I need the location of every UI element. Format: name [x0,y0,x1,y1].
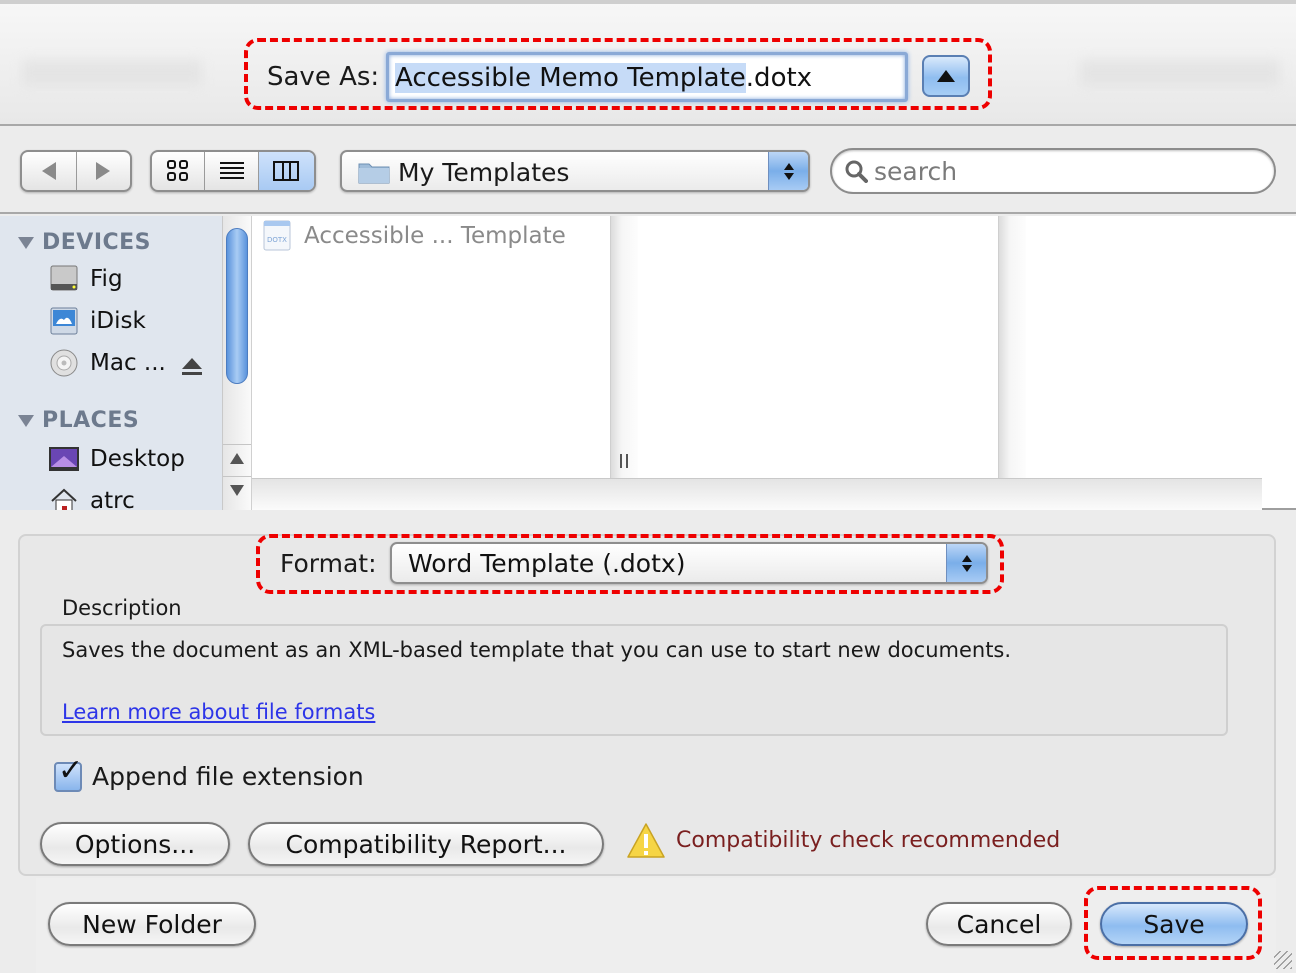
sidebar-item-label: atrc [90,488,135,510]
location-label: My Templates [398,158,570,187]
append-extension-checkbox[interactable]: ✓ [54,756,83,792]
accessory-panel: Format: Word Template (.dotx) Descriptio… [0,512,1296,973]
browser-column-1 [252,216,610,478]
compatibility-warning-text: Compatibility check recommended [676,828,1061,853]
sidebar-item-mac[interactable]: Mac ... [48,348,166,378]
checkmark-icon: ✓ [58,753,84,788]
column-separator [998,216,1026,478]
back-forward-control [20,150,132,192]
save-as-label: Save As: [267,62,380,92]
sidebar-item-label: Fig [90,266,123,292]
browser-column-2 [638,216,998,478]
resize-grip[interactable] [1274,951,1292,969]
file-name: Accessible ... Template [304,223,566,249]
popup-stepper [768,152,808,190]
eject-icon[interactable] [180,356,204,378]
sidebar-item-atrc[interactable]: atrc [48,486,135,510]
disclosure-triangle-icon [18,414,34,427]
columns-icon [273,161,300,181]
forward-button[interactable] [77,152,130,190]
filename-input[interactable]: Accessible Memo Template.dotx [386,52,908,102]
filename-selected-text: Accessible Memo Template [395,63,746,93]
navigation-toolbar: My Templates search [0,128,1296,214]
blurred-background [1080,60,1280,86]
chevron-up-icon [961,554,972,562]
cd-disc-icon [50,349,78,377]
description-text: Saves the document as an XML-based templ… [62,638,1012,662]
search-icon [845,160,868,183]
sidebar-item-label: Mac ... [90,350,166,376]
filename-extension: .dotx [745,63,813,93]
sidebar-section-places[interactable]: PLACES [18,408,139,433]
svg-text:DOTX: DOTX [267,236,287,244]
scroll-up-button[interactable] [223,444,251,472]
save-button[interactable]: Save [1100,902,1248,946]
file-browser: DEVICES Fig iDisk Mac ... PLACES Desktop… [0,216,1296,510]
sidebar: DEVICES Fig iDisk Mac ... PLACES Desktop… [0,216,222,510]
triangle-up-icon [937,70,955,82]
append-extension-label[interactable]: Append file extension [92,762,364,791]
back-button[interactable] [22,152,77,190]
sidebar-item-desktop[interactable]: Desktop [48,444,185,474]
icon-view-button[interactable] [152,152,206,190]
horizontal-scrollbar[interactable] [252,478,1262,510]
sidebar-scrollbar[interactable] [222,216,252,510]
arrow-down-icon [230,485,244,496]
sidebar-item-idisk[interactable]: iDisk [48,306,146,336]
back-arrow-icon [41,162,56,180]
sidebar-item-label: iDisk [90,308,146,334]
description-box: Saves the document as an XML-based templ… [40,624,1228,736]
search-placeholder: search [874,157,958,186]
browser-column-3 [1026,216,1296,478]
grip-icon [620,454,628,468]
chevron-up-icon [783,162,794,170]
column-view-button[interactable] [258,152,314,190]
sidebar-item-fig[interactable]: Fig [48,264,123,294]
list-view-button[interactable] [205,152,259,190]
disclosure-triangle-icon [18,236,34,249]
warning-icon [627,823,665,858]
description-label: Description [62,596,182,620]
sidebar-section-devices[interactable]: DEVICES [18,230,151,255]
options-button[interactable]: Options... [40,822,230,866]
grid-icon [167,160,189,181]
view-mode-control [150,150,316,192]
home-icon [51,488,77,510]
format-value: Word Template (.dotx) [408,549,686,578]
list-icon [219,162,244,179]
location-popup[interactable]: My Templates [340,150,810,192]
section-title: DEVICES [42,230,152,255]
cancel-button[interactable]: Cancel [926,902,1072,946]
file-item[interactable]: DOTX Accessible ... Template [262,220,566,252]
dotx-file-icon: DOTX [263,220,291,251]
format-label: Format: [280,549,377,578]
collapse-dialog-button[interactable] [922,55,970,97]
sidebar-item-label: Desktop [90,446,185,472]
desktop-icon [49,447,79,471]
chevron-down-icon [783,172,794,180]
hard-drive-icon [50,265,78,291]
forward-arrow-icon [96,162,111,180]
search-field[interactable]: search [830,148,1276,194]
column-resize-handle[interactable] [610,216,638,478]
scroll-down-button[interactable] [223,476,251,504]
chevron-down-icon [961,564,972,572]
new-folder-button[interactable]: New Folder [48,902,256,946]
popup-stepper [946,544,986,582]
scroll-thumb[interactable] [226,228,248,384]
blurred-background [22,60,202,86]
format-popup[interactable]: Word Template (.dotx) [390,542,988,584]
section-title: PLACES [42,408,140,433]
compatibility-report-button[interactable]: Compatibility Report... [248,822,604,866]
save-as-bar: Save As: Accessible Memo Template.dotx [0,0,1296,126]
idisk-icon [50,307,78,335]
folder-icon [358,163,390,184]
arrow-up-icon [230,453,244,464]
learn-more-link[interactable]: Learn more about file formats [62,700,375,724]
